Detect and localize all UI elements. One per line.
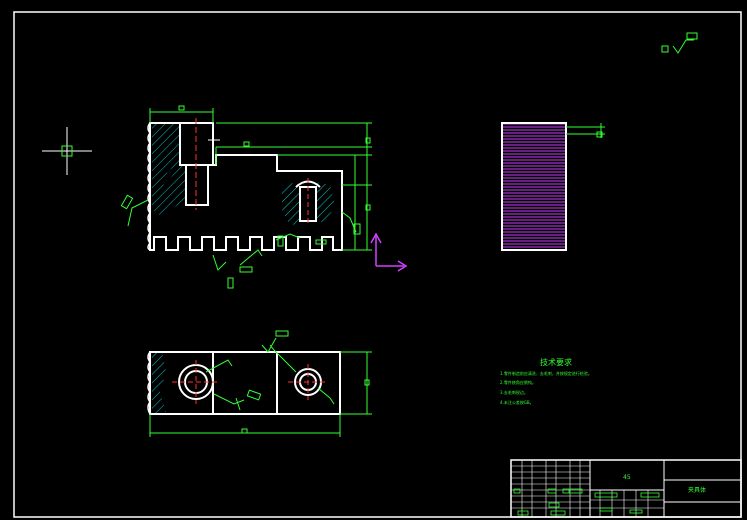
crosshair-cursor-icon <box>42 127 92 175</box>
tech-requirements-title: 技术要求 <box>540 357 572 367</box>
title-block-material: 45 <box>623 474 631 481</box>
cad-drawing-canvas[interactable]: 技术要求 1.零件制造前应清洗、去毛刺，并按规定进行检验。 2.零件棱角应倒钝。… <box>0 0 747 520</box>
top-view <box>147 330 372 437</box>
tech-requirement-line: 4.未注公差按GB。 <box>500 399 534 405</box>
title-block-part-name: 夹具体 <box>688 486 706 494</box>
tech-requirements: 技术要求 1.零件制造前应清洗、去毛刺，并按规定进行检验。 2.零件棱角应倒钝。… <box>500 357 592 405</box>
section-hatch-right <box>282 182 300 226</box>
ucs-axis-icon <box>370 232 408 272</box>
drawing-border <box>13 11 742 518</box>
roughness-symbol-icon <box>661 32 698 54</box>
tech-requirement-line: 1.零件制造前应清洗、去毛刺，并按规定进行检验。 <box>500 370 592 376</box>
tech-requirement-line: 2.零件棱角应倒钝。 <box>500 379 536 385</box>
title-block: 45 夹具体 <box>510 459 742 518</box>
side-view <box>501 122 605 251</box>
tech-requirement-line: 3.去毛刺锐边。 <box>500 389 528 395</box>
front-view <box>120 105 408 289</box>
